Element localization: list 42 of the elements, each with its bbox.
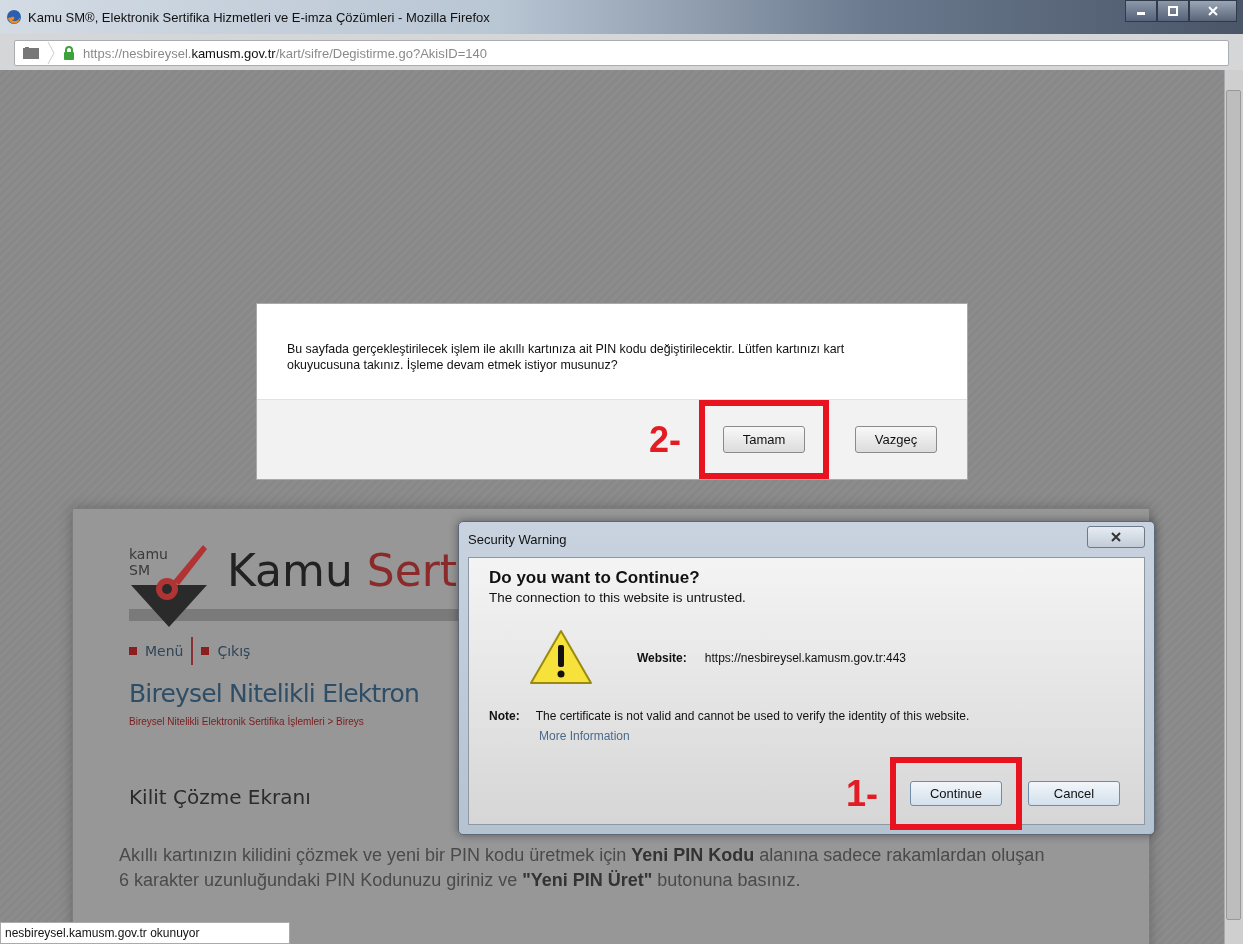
close-button[interactable] [1189, 0, 1237, 22]
logo-text: kamu [129, 547, 168, 561]
bullet-icon [201, 647, 210, 655]
note-label: Note: [489, 709, 520, 723]
step-label: 2- [649, 418, 681, 461]
close-button[interactable] [1087, 526, 1145, 548]
minimize-button[interactable] [1125, 0, 1157, 22]
logo-text: SM [129, 563, 150, 577]
website-label: Website: [637, 651, 687, 665]
page-heading: Bireysel Nitelikli Elektron [129, 679, 419, 708]
dialog-button[interactable]: Cancel [1028, 781, 1120, 806]
scrollbar-thumb[interactable] [1226, 90, 1241, 920]
chevron-icon [47, 42, 55, 64]
window-title: Kamu SM®, Elektronik Sertifika Hizmetleri ve E-imza Çözümleri - Mozilla Firefox [28, 9, 491, 25]
bullet-icon [129, 647, 137, 655]
dialog-button[interactable]: Tamam [723, 426, 805, 453]
website-url: https://nesbireysel.kamusm.gov.tr:443 [704, 651, 906, 665]
dialog-message: Bu sayfada gerçekleştirilecek işlem ile akıllı kartınıza ait PIN kodu değiştirilecektir. Lütfen kartınızı kart okuyucusuna takınız. İşleme devam etmek istiyor musunuz? [286, 341, 846, 374]
dialog-title: Security Warning [468, 532, 568, 547]
dialog-subheading: The connection to this website is untrusted. [489, 590, 747, 605]
close-icon [1208, 6, 1218, 16]
dialog-button[interactable]: Vazgeç [855, 426, 937, 453]
instruction-text: Akıllı kartınızın kilidini çözmek ve yeni bir PIN kodu üretmek için Yeni PIN Kodu alanına sadece rakamlardan oluşan 6 karakter uzunluğundaki PIN Kodunuzu giriniz ve "Yeni PIN Üret" butonuna basınız. [119, 844, 1046, 893]
warning-icon [529, 629, 593, 687]
site-title: Kamu Sert [227, 549, 458, 593]
breadcrumb[interactable]: Bireysel Nitelikli Elektronik Sertifika İşlemleri > Bireys [129, 716, 364, 727]
scrollbar[interactable] [1224, 70, 1243, 944]
more-information-link[interactable]: More Information [539, 729, 1144, 743]
note-text: The certificate is not valid and cannot be used to verify the identity of this website. [535, 709, 970, 723]
section-title: Kilit Çözme Ekranı [129, 785, 311, 809]
close-icon [1110, 532, 1122, 542]
dialog-button[interactable]: Continue [910, 781, 1002, 806]
url-text: https://nesbireysel.kamusm.gov.tr/kart/sifre/Degistirme.go?AkisID=140 [83, 45, 487, 61]
page-icon[interactable] [23, 47, 39, 59]
address-field[interactable]: https://nesbireysel.kamusm.gov.tr/kart/sifre/Degistirme.go?AkisID=140 [14, 40, 1229, 66]
maximize-icon [1168, 6, 1178, 16]
dialog-heading: Do you want to Continue? [489, 568, 701, 588]
maximize-button[interactable] [1157, 0, 1189, 22]
firefox-icon [6, 9, 22, 25]
status-bar: nesbireysel.kamusm.gov.tr okunuyor [0, 922, 290, 944]
nav-link[interactable]: Çıkış [217, 643, 251, 659]
step-label: 1- [846, 772, 878, 815]
